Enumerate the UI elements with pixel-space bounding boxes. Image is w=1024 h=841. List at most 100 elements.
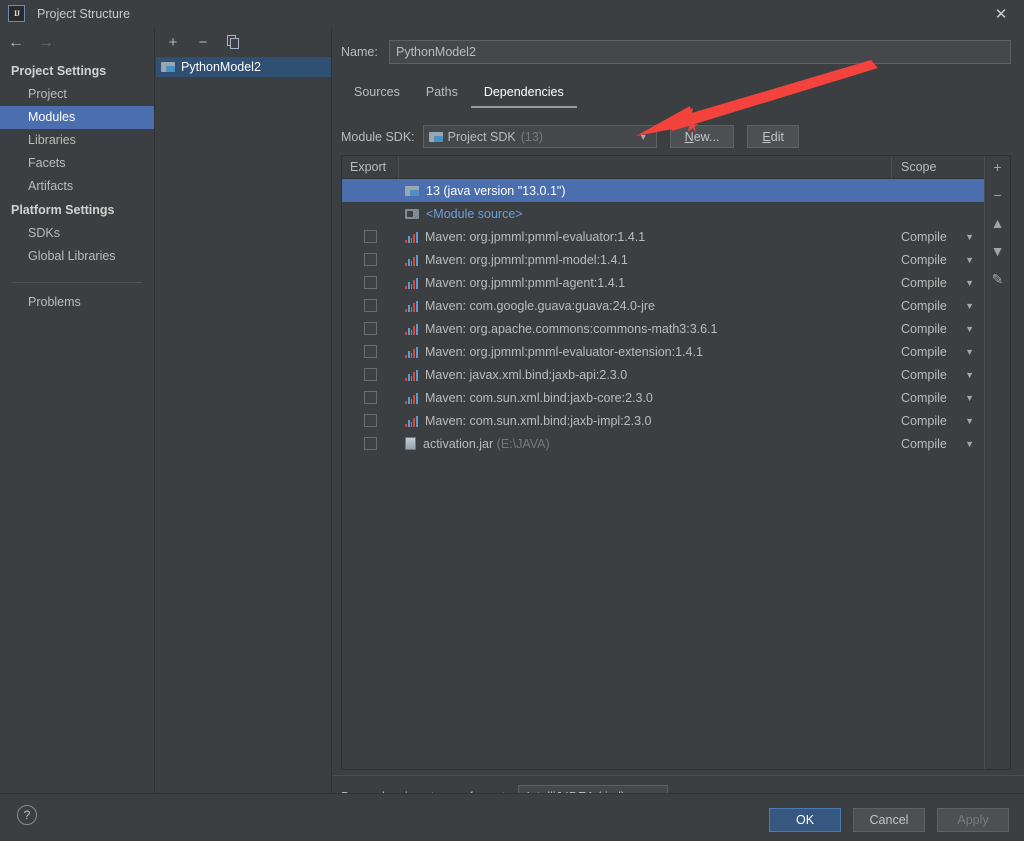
table-row[interactable]: Maven: com.sun.xml.bind:jaxb-core:2.3.0 C…: [342, 386, 984, 409]
project-structure-dialog: IJ Project Structure ✕ ← → Project Setti…: [0, 0, 1024, 841]
export-checkbox[interactable]: [364, 322, 377, 335]
remove-module-button[interactable]: −: [195, 34, 211, 51]
table-row[interactable]: Maven: org.jpmml:pmml-evaluator:1.4.1 Com…: [342, 225, 984, 248]
chevron-down-icon[interactable]: ▼: [965, 370, 974, 380]
scope-value: Compile: [901, 321, 947, 336]
dependencies-table-body-wrap: Export Scope 13 (java version "13.0.1") <…: [342, 156, 984, 769]
sidebar-item-problems[interactable]: Problems: [0, 291, 154, 314]
edit-sdk-button[interactable]: Edit: [747, 125, 799, 148]
export-checkbox-cell[interactable]: [342, 322, 399, 335]
chevron-down-icon[interactable]: ▼: [965, 255, 974, 265]
sidebar-item-facets[interactable]: Facets: [0, 152, 154, 175]
new-sdk-button[interactable]: New...: [669, 125, 735, 148]
sidebar-history-nav: ← →: [0, 27, 154, 59]
close-icon[interactable]: ✕: [978, 0, 1024, 27]
module-sdk-value: Project SDK: [447, 129, 516, 144]
column-header-name: [399, 156, 892, 179]
help-icon[interactable]: ?: [17, 805, 37, 825]
chevron-down-icon[interactable]: ▼: [965, 347, 974, 357]
add-dependency-button[interactable]: +: [989, 159, 1007, 175]
scope-cell[interactable]: Compile ▼: [892, 230, 984, 244]
scope-cell[interactable]: Compile ▼: [892, 345, 984, 359]
chevron-down-icon[interactable]: ▼: [965, 278, 974, 288]
copy-module-button[interactable]: [225, 34, 241, 50]
dependency-label: Maven: com.sun.xml.bind:jaxb-core:2.3.0: [425, 390, 653, 405]
export-checkbox-cell[interactable]: [342, 253, 399, 266]
export-checkbox[interactable]: [364, 299, 377, 312]
export-checkbox-cell[interactable]: [342, 368, 399, 381]
chevron-down-icon[interactable]: ▼: [965, 301, 974, 311]
sidebar-item-project[interactable]: Project: [0, 83, 154, 106]
scope-cell[interactable]: Compile ▼: [892, 391, 984, 405]
chevron-down-icon[interactable]: ▼: [965, 393, 974, 403]
module-name-input[interactable]: PythonModel2: [389, 40, 1011, 64]
scope-cell[interactable]: Compile ▼: [892, 253, 984, 267]
dependency-label: Maven: javax.xml.bind:jaxb-api:2.3.0: [425, 367, 628, 382]
table-row[interactable]: Maven: org.jpmml:pmml-agent:1.4.1 Compile…: [342, 271, 984, 294]
chevron-down-icon[interactable]: ▼: [965, 324, 974, 334]
export-checkbox-cell[interactable]: [342, 391, 399, 404]
ok-button[interactable]: OK: [769, 808, 841, 832]
export-checkbox-cell[interactable]: [342, 437, 399, 450]
export-checkbox[interactable]: [364, 230, 377, 243]
table-row[interactable]: Maven: javax.xml.bind:jaxb-api:2.3.0 Comp…: [342, 363, 984, 386]
scope-cell[interactable]: Compile ▼: [892, 368, 984, 382]
scope-cell[interactable]: Compile ▼: [892, 437, 984, 451]
move-down-button[interactable]: ▼: [989, 243, 1007, 259]
export-checkbox[interactable]: [364, 414, 377, 427]
dependency-name-cell: Maven: com.sun.xml.bind:jaxb-core:2.3.0: [399, 391, 892, 405]
scope-cell[interactable]: Compile ▼: [892, 322, 984, 336]
chevron-down-icon[interactable]: ▼: [965, 416, 974, 426]
export-checkbox-cell[interactable]: [342, 414, 399, 427]
cancel-button[interactable]: Cancel: [853, 808, 925, 832]
maven-icon: [405, 253, 418, 266]
dependency-name-cell: activation.jar (E:\JAVA): [399, 437, 892, 451]
jar-icon: [405, 437, 416, 450]
module-sdk-label: Module SDK:: [341, 129, 415, 144]
dependency-name-cell: Maven: org.jpmml:pmml-evaluator-extensio…: [399, 345, 892, 359]
export-checkbox[interactable]: [364, 391, 377, 404]
scope-cell[interactable]: Compile ▼: [892, 414, 984, 428]
table-row[interactable]: Maven: com.google.guava:guava:24.0-jre Co…: [342, 294, 984, 317]
module-name-label: PythonModel2: [181, 60, 261, 74]
chevron-down-icon[interactable]: ▼: [965, 232, 974, 242]
table-row[interactable]: Maven: com.sun.xml.bind:jaxb-impl:2.3.0 C…: [342, 409, 984, 432]
add-module-button[interactable]: +: [165, 34, 181, 51]
sidebar-item-artifacts[interactable]: Artifacts: [0, 175, 154, 198]
sidebar-item-sdks[interactable]: SDKs: [0, 222, 154, 245]
table-row[interactable]: <Module source>: [342, 202, 984, 225]
export-checkbox[interactable]: [364, 368, 377, 381]
sidebar-item-libraries[interactable]: Libraries: [0, 129, 154, 152]
dependency-name-cell: Maven: org.jpmml:pmml-evaluator:1.4.1: [399, 230, 892, 244]
nav-group-platform-settings: Platform Settings: [11, 203, 115, 217]
tab-paths[interactable]: Paths: [413, 80, 471, 108]
export-checkbox[interactable]: [364, 253, 377, 266]
table-row[interactable]: Maven: org.jpmml:pmml-evaluator-extensio…: [342, 340, 984, 363]
sidebar-item-global-libraries[interactable]: Global Libraries: [0, 245, 154, 268]
chevron-down-icon[interactable]: ▼: [965, 439, 974, 449]
remove-dependency-button: −: [993, 187, 1002, 203]
tab-dependencies[interactable]: Dependencies: [470, 80, 577, 108]
export-checkbox-cell[interactable]: [342, 276, 399, 289]
table-row[interactable]: Maven: org.jpmml:pmml-model:1.4.1 Compile…: [342, 248, 984, 271]
table-row[interactable]: activation.jar (E:\JAVA) Compile ▼: [342, 432, 984, 455]
chevron-down-icon[interactable]: ▼: [639, 132, 648, 142]
export-checkbox-cell[interactable]: [342, 230, 399, 243]
table-row[interactable]: 13 (java version "13.0.1"): [342, 179, 984, 202]
sidebar-item-modules[interactable]: Modules: [0, 106, 154, 129]
module-sdk-select[interactable]: Project SDK (13) ▼: [422, 125, 657, 148]
dependency-name-cell: Maven: com.google.guava:guava:24.0-jre: [399, 299, 892, 313]
export-checkbox[interactable]: [364, 345, 377, 358]
export-checkbox[interactable]: [364, 276, 377, 289]
back-arrow-icon[interactable]: ←: [8, 35, 24, 51]
tab-sources[interactable]: Sources: [341, 80, 413, 108]
export-checkbox-cell[interactable]: [342, 345, 399, 358]
table-row[interactable]: Maven: org.apache.commons:commons-math3:…: [342, 317, 984, 340]
jdk-icon: [405, 185, 419, 197]
export-checkbox-cell[interactable]: [342, 299, 399, 312]
list-item[interactable]: PythonModel2: [156, 57, 331, 77]
export-checkbox[interactable]: [364, 437, 377, 450]
dependency-label: Maven: org.jpmml:pmml-model:1.4.1: [425, 252, 628, 267]
scope-cell[interactable]: Compile ▼: [892, 299, 984, 313]
scope-cell[interactable]: Compile ▼: [892, 276, 984, 290]
